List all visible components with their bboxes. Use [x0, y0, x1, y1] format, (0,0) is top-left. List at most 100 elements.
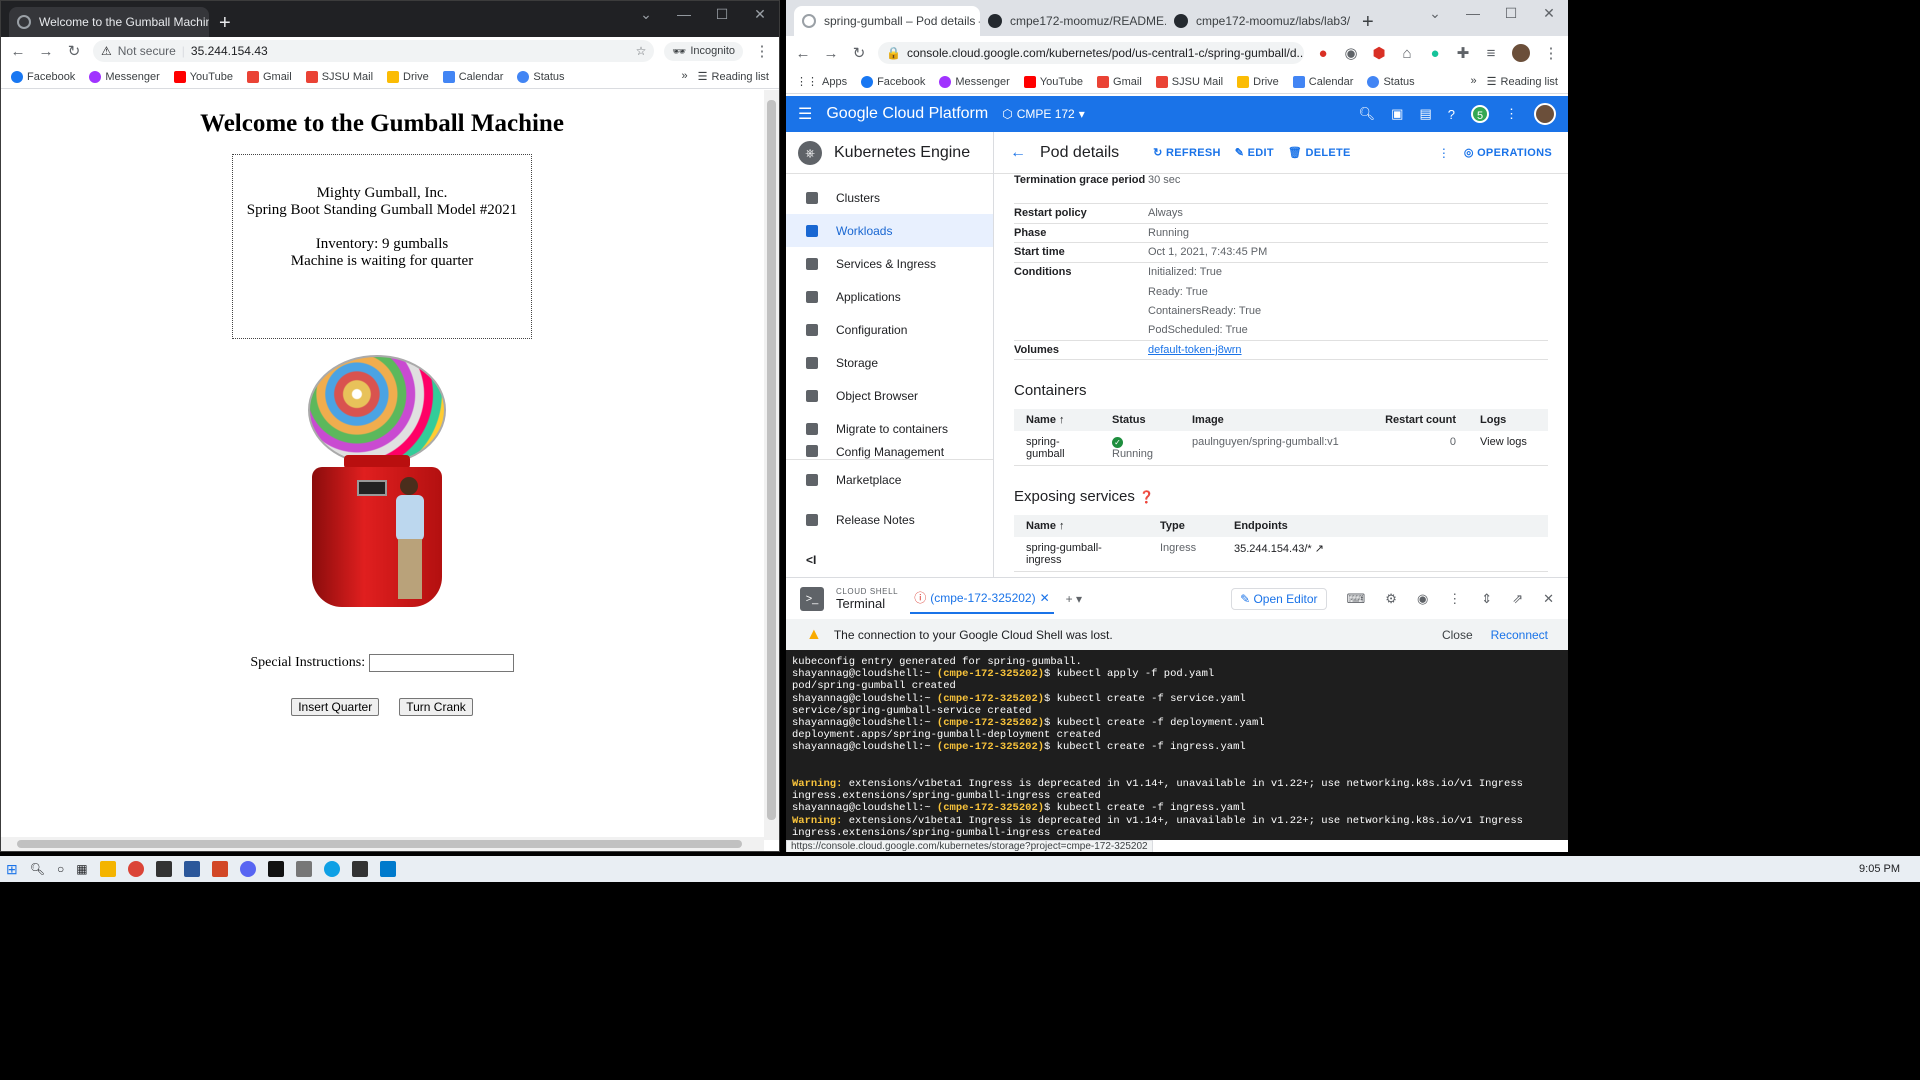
bookmark-facebook[interactable]: Facebook — [861, 75, 925, 88]
forward-icon[interactable]: → — [822, 45, 840, 62]
powerpoint-icon[interactable] — [211, 861, 228, 877]
close-shell-icon[interactable]: ✕ — [1543, 591, 1554, 607]
sidebar-item-services-ingress[interactable]: Services & Ingress — [786, 247, 993, 280]
close-banner-button[interactable]: Close — [1442, 628, 1473, 642]
chrome-icon[interactable] — [127, 861, 144, 877]
tab-lab3[interactable]: cmpe172-moomuz/labs/lab3/ ✕ — [1166, 6, 1352, 36]
terminal-output[interactable]: kubeconfig entry generated for spring-gu… — [786, 650, 1568, 840]
special-instructions-input[interactable] — [368, 654, 514, 672]
bookmark-sjsu-mail[interactable]: SJSU Mail — [305, 70, 373, 83]
bookmark-gmail[interactable]: Gmail — [246, 70, 292, 83]
turn-crank-button[interactable]: Turn Crank — [399, 698, 473, 716]
resize-icon[interactable]: ⇕ — [1481, 591, 1492, 607]
close-session-icon[interactable]: ✕ — [1040, 591, 1050, 605]
more-vert-icon[interactable]: ⋮ — [1438, 146, 1450, 160]
puzzle-icon[interactable]: ✚ — [1454, 44, 1472, 62]
column-header-name[interactable]: Name ↑ — [1014, 409, 1100, 431]
delete-button[interactable]: 🗑︎ DELETE — [1288, 146, 1351, 159]
calculator-icon[interactable] — [295, 861, 312, 877]
menu-icon[interactable]: ⋮ — [753, 42, 771, 60]
terminal-app-icon[interactable] — [267, 861, 284, 877]
camera-extension-icon[interactable]: ◉ — [1342, 44, 1360, 62]
tab-readme[interactable]: cmpe172-moomuz/README.m ✕ — [980, 6, 1166, 36]
sidebar-item-object-browser[interactable]: Object Browser — [786, 379, 993, 412]
column-header-name[interactable]: Name ↑ — [1014, 515, 1148, 537]
open-editor-button[interactable]: ✎ Open Editor — [1231, 587, 1327, 610]
shell-session-tab[interactable]: ⓘ (cmpe-172-325202) ✕ — [910, 583, 1054, 614]
sidebar-item-marketplace[interactable]: Marketplace — [786, 460, 993, 500]
project-selector[interactable]: ⬡ CMPE 172 ▾ — [1002, 107, 1085, 121]
bookmark-facebook[interactable]: Facebook — [11, 70, 75, 83]
reading-list-button[interactable]: ☰ Reading list — [1487, 75, 1558, 89]
keyboard-icon[interactable]: ⌨ — [1347, 591, 1366, 607]
menu-icon[interactable]: ⋮ — [1542, 44, 1560, 62]
help-circle-icon[interactable]: ❓ — [1139, 490, 1154, 504]
extension-icon[interactable]: ● — [1314, 45, 1332, 62]
sidebar-item-workloads[interactable]: Workloads — [786, 214, 993, 247]
settings-gear-icon[interactable]: ⚙ — [1385, 591, 1397, 607]
close-window-button[interactable]: ✕ — [741, 1, 779, 29]
notes-app-icon[interactable] — [351, 861, 368, 877]
reading-list-button[interactable]: ☰ Reading list — [698, 70, 769, 84]
sidebar-item-applications[interactable]: Applications — [786, 280, 993, 313]
bookmark-calendar[interactable]: Calendar — [442, 70, 503, 83]
more-vert-icon[interactable]: ⋮ — [1505, 106, 1518, 122]
notifications-badge[interactable]: 5 — [1471, 105, 1489, 123]
collapse-sidenav-button[interactable]: <I — [786, 540, 993, 580]
search-icon[interactable]: 🔍︎ — [1359, 106, 1376, 122]
bookmark-drive[interactable]: Drive — [1237, 75, 1279, 88]
tab-search-icon[interactable]: ⌄ — [627, 1, 665, 29]
view-logs-link[interactable]: View logs — [1468, 431, 1548, 466]
hamburger-menu-icon[interactable]: ☰ — [798, 104, 812, 124]
bookmark-sjsu-mail[interactable]: SJSU Mail — [1155, 75, 1223, 88]
new-tab-button[interactable]: + — [219, 13, 231, 33]
tab-gumball[interactable]: Welcome to the Gumball Machin ✕ — [9, 7, 209, 37]
gift-icon[interactable]: ▣ — [1391, 106, 1403, 122]
minimize-button[interactable]: — — [1454, 0, 1492, 28]
more-vert-icon[interactable]: ⋮ — [1448, 591, 1461, 607]
bookmark-star-icon[interactable]: ☆ — [636, 44, 647, 58]
bookmark-status[interactable]: Status — [1367, 75, 1415, 88]
adblock-extension-icon[interactable]: ⬢ — [1370, 44, 1388, 62]
task-view-icon[interactable]: ▦ — [76, 862, 87, 876]
bookmark-youtube[interactable]: YouTube — [173, 70, 233, 83]
vscode-icon[interactable] — [379, 861, 396, 877]
horizontal-scrollbar[interactable] — [1, 837, 764, 851]
address-bar[interactable]: ⚠ Not secure | 35.244.154.43 ☆ — [93, 40, 655, 62]
bookmark-youtube[interactable]: YouTube — [1023, 75, 1083, 88]
skype-icon[interactable] — [323, 861, 340, 877]
forward-icon[interactable]: → — [37, 43, 55, 60]
incognito-badge[interactable]: 🕶 Incognito — [664, 41, 743, 61]
store-icon[interactable] — [155, 861, 172, 877]
reload-icon[interactable]: ↻ — [65, 42, 83, 60]
gcp-brand[interactable]: Google Cloud Platform — [826, 105, 988, 123]
word-icon[interactable] — [183, 861, 200, 877]
bookmark-gmail[interactable]: Gmail — [1097, 75, 1142, 88]
reconnect-button[interactable]: Reconnect — [1491, 628, 1548, 642]
open-new-window-icon[interactable]: ⇗ — [1512, 591, 1523, 607]
bookmark-messenger[interactable]: Messenger — [89, 70, 160, 83]
more-bookmarks-icon[interactable]: » — [1471, 75, 1477, 88]
bookmark-status[interactable]: Status — [517, 70, 565, 83]
sidebar-item-clusters[interactable]: Clusters — [786, 181, 993, 214]
account-avatar[interactable] — [1534, 103, 1556, 125]
bookmark-messenger[interactable]: Messenger — [939, 75, 1010, 88]
volume-link[interactable]: default-token-j8wrn — [1148, 344, 1242, 356]
discord-icon[interactable] — [239, 861, 256, 877]
file-explorer-icon[interactable] — [99, 861, 116, 877]
tab-pod-details[interactable]: spring-gumball – Pod details – ✕ — [794, 6, 980, 36]
search-icon[interactable]: 🔍︎ — [30, 862, 45, 876]
windows-start-icon[interactable]: ⊞ — [6, 861, 18, 878]
bookmark-drive[interactable]: Drive — [387, 70, 429, 83]
tab-search-icon[interactable]: ⌄ — [1416, 0, 1454, 28]
refresh-button[interactable]: ↻ REFRESH — [1153, 146, 1221, 159]
cortana-icon[interactable]: ○ — [57, 862, 64, 876]
close-window-button[interactable]: ✕ — [1530, 0, 1568, 28]
sidebar-item-storage[interactable]: Storage — [786, 346, 993, 379]
insert-quarter-button[interactable]: Insert Quarter — [291, 698, 380, 716]
reload-icon[interactable]: ↻ — [850, 44, 868, 62]
add-session-button[interactable]: + ▾ — [1066, 592, 1082, 606]
address-bar[interactable]: 🔒 console.cloud.google.com/kubernetes/po… — [878, 42, 1304, 64]
new-tab-button[interactable]: + — [1362, 12, 1374, 32]
vertical-scrollbar[interactable] — [764, 90, 779, 840]
